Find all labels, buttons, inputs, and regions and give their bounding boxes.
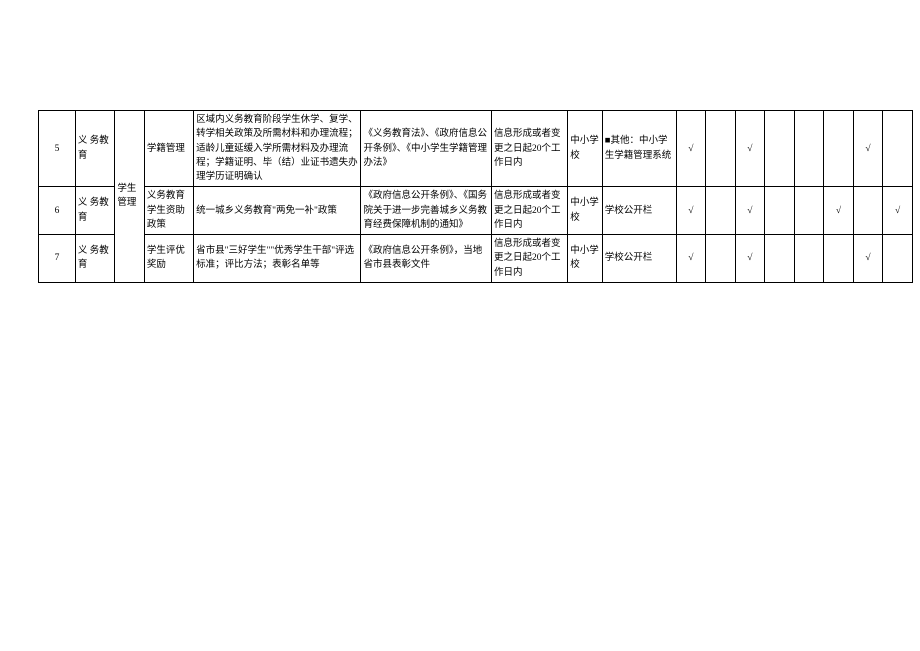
cell-timelimit: 信息形成或者变更之日起20个工作日内: [491, 235, 567, 283]
cell-subject: 中小学校: [568, 235, 602, 283]
cell-channel: 学校公开栏: [602, 187, 676, 235]
cell-flag: [765, 235, 795, 283]
cell-num: 5: [39, 111, 76, 187]
cell-channel: ■其他：中小学生学籍管理系统: [602, 111, 676, 187]
cell-flag: [765, 111, 795, 187]
cell-subject: 中小学校: [568, 187, 602, 235]
cell-flag: [853, 187, 883, 235]
cell-basis: 《义务教育法》、《政府信息公开条例》、《中小学生学籍管理办法》: [361, 111, 491, 187]
cell-timelimit: 信息形成或者变更之日起20个工作日内: [491, 187, 567, 235]
cell-flag: √: [735, 235, 765, 283]
cell-flag: √: [853, 235, 883, 283]
disclosure-table: 5 义 务教育 学生管理 学籍管理 区域内义务教育阶段学生休学、复学、转学相关政…: [38, 110, 913, 283]
cell-basis: 《政府信息公开条例》、《国务院关于进一步完善城乡义务教育经费保障机制的通知》: [361, 187, 491, 235]
cell-channel: 学校公开栏: [602, 235, 676, 283]
cell-flag: [706, 187, 736, 235]
cell-category: 义 务教育: [75, 187, 114, 235]
cell-flag: √: [824, 187, 854, 235]
cell-flag: √: [735, 111, 765, 187]
cell-subject: 中小学校: [568, 111, 602, 187]
cell-category: 义 务教育: [75, 111, 114, 187]
cell-content: 省市县"三好学生""优秀学生干部"评选标准；评比方法；表彰名单等: [194, 235, 361, 283]
cell-flag: [794, 111, 824, 187]
cell-item: 学籍管理: [144, 111, 193, 187]
cell-flag: [883, 111, 913, 187]
cell-flag: [765, 187, 795, 235]
cell-flag: [706, 235, 736, 283]
cell-flag: [824, 235, 854, 283]
cell-basis: 《政府信息公开条例》，当地省市县表彰文件: [361, 235, 491, 283]
cell-flag: [883, 235, 913, 283]
cell-group: 学生管理: [115, 111, 145, 283]
cell-item: 学生评优奖励: [144, 235, 193, 283]
cell-num: 6: [39, 187, 76, 235]
cell-flag: √: [676, 235, 706, 283]
cell-content: 区域内义务教育阶段学生休学、复学、转学相关政策及所需材料和办理流程；适龄儿童延缓…: [194, 111, 361, 187]
cell-timelimit: 信息形成或者变更之日起20个工作日内: [491, 111, 567, 187]
table-row: 6 义 务教育 义务教育学生资助政策 统一城乡义务教育"两免一补"政策 《政府信…: [39, 187, 913, 235]
cell-item: 义务教育学生资助政策: [144, 187, 193, 235]
cell-flag: [706, 111, 736, 187]
cell-category: 义 务教育: [75, 235, 114, 283]
cell-flag: √: [676, 111, 706, 187]
cell-flag: √: [735, 187, 765, 235]
cell-content: 统一城乡义务教育"两免一补"政策: [194, 187, 361, 235]
cell-num: 7: [39, 235, 76, 283]
cell-flag: √: [853, 111, 883, 187]
table-row: 5 义 务教育 学生管理 学籍管理 区域内义务教育阶段学生休学、复学、转学相关政…: [39, 111, 913, 187]
table-row: 7 义 务教育 学生评优奖励 省市县"三好学生""优秀学生干部"评选标准；评比方…: [39, 235, 913, 283]
cell-flag: [824, 111, 854, 187]
cell-flag: √: [676, 187, 706, 235]
cell-flag: [794, 187, 824, 235]
cell-flag: √: [883, 187, 913, 235]
cell-flag: [794, 235, 824, 283]
